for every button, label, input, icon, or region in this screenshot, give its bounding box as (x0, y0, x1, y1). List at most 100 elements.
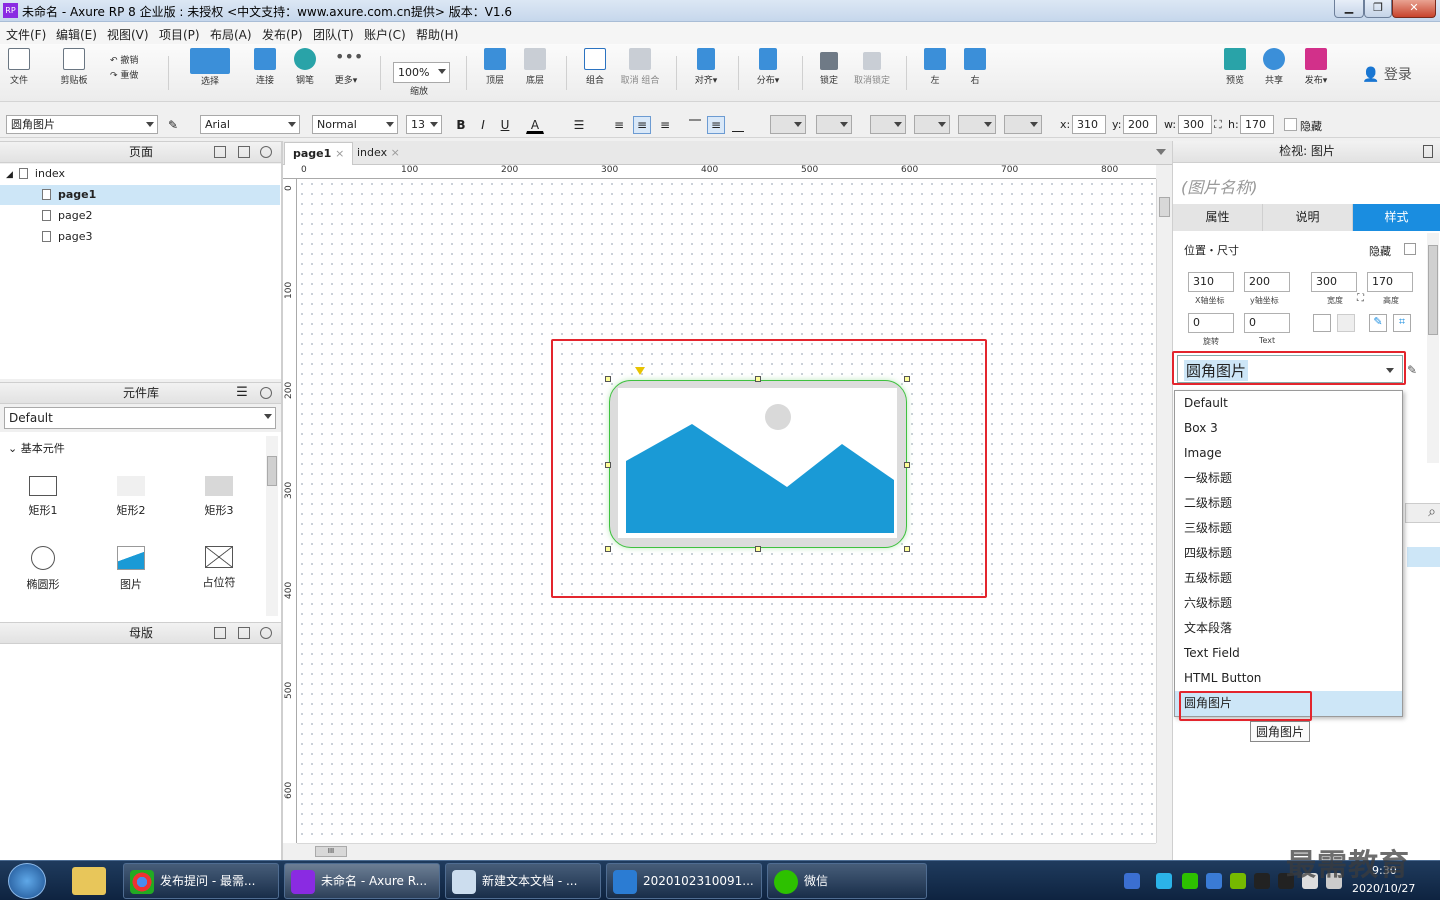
tab-notes[interactable]: 说明 (1263, 204, 1353, 231)
taskbar-item-wechat[interactable]: 微信 (767, 863, 927, 899)
canvas-vertical-scrollbar[interactable] (1156, 179, 1172, 843)
fit-to-content-icon[interactable] (1313, 314, 1331, 332)
right-button[interactable]: 右 (962, 48, 988, 86)
menu-account[interactable]: 账户(C) (364, 26, 406, 43)
style-option-default[interactable]: Default (1175, 391, 1402, 416)
page-item-page1[interactable]: page1 (0, 185, 280, 205)
taskbar-item-axure[interactable]: 未命名 - Axure R... (284, 863, 440, 899)
italic-button[interactable]: I (474, 116, 492, 134)
style-option-text-field[interactable]: Text Field (1175, 641, 1402, 666)
inspector-scrollbar[interactable] (1427, 233, 1439, 463)
undo-button[interactable]: ↶ 撤销 (110, 54, 150, 69)
widget-name-input[interactable]: (图片名称) (1181, 174, 1258, 198)
tab-list-icon[interactable] (1156, 149, 1166, 155)
x-input[interactable]: 310 (1072, 115, 1106, 134)
y-input[interactable]: 200 (1244, 272, 1290, 292)
nvidia-icon[interactable] (1230, 873, 1246, 889)
add-page-icon[interactable] (214, 146, 226, 158)
close-tab-icon[interactable]: × (391, 146, 400, 159)
start-button[interactable] (8, 863, 46, 899)
menu-icon[interactable]: ☰ (236, 383, 248, 400)
page-item-index[interactable]: ◢ index (6, 164, 65, 184)
crop-icon[interactable]: ⌗ (1393, 314, 1411, 332)
file-button[interactable]: 文件 (6, 48, 32, 86)
edit-pen-icon[interactable]: ✎ (1369, 314, 1387, 332)
fill-color-select[interactable] (770, 115, 806, 134)
style-edit-icon[interactable]: ✎ (164, 116, 182, 134)
input-method-icon[interactable] (1124, 873, 1140, 889)
style-option-h6[interactable]: 六级标题 (1175, 591, 1402, 616)
library-select[interactable]: Default (4, 407, 276, 429)
page-item-page2[interactable]: page2 (42, 206, 92, 226)
resize-handle[interactable] (904, 462, 910, 468)
page-item-page3[interactable]: page3 (42, 227, 92, 247)
line-width-select[interactable] (914, 115, 950, 134)
taskbar-item-notepad[interactable]: 新建文本文档 - ... (445, 863, 601, 899)
minimize-button[interactable]: ▁ (1334, 0, 1364, 18)
line-style-select[interactable] (958, 115, 996, 134)
style-option-html-button[interactable]: HTML Button (1175, 666, 1402, 691)
width-input[interactable]: 300 (1311, 272, 1357, 292)
corner-radius-handle-icon[interactable] (635, 367, 645, 375)
taskbar-item-word[interactable]: 2020102310091... (606, 863, 762, 899)
library-scrollbar[interactable] (266, 436, 278, 616)
widget-image[interactable]: 图片 (101, 546, 161, 592)
menu-arrange[interactable]: 布局(A) (210, 26, 252, 43)
tab-properties[interactable]: 属性 (1173, 204, 1263, 231)
lock-ratio-icon[interactable]: ⛶ (1214, 118, 1222, 132)
menu-help[interactable]: 帮助(H) (416, 26, 458, 43)
bullet-list-icon[interactable]: ☰ (570, 116, 588, 134)
add-folder-icon[interactable] (238, 627, 250, 639)
valign-bottom-icon[interactable]: ⎽ (729, 116, 747, 134)
search-icon[interactable] (260, 387, 272, 399)
underline-button[interactable]: U (496, 116, 514, 134)
ungroup-button[interactable]: 取消 组合 (618, 48, 662, 86)
x-input[interactable]: 310 (1188, 272, 1234, 292)
add-master-icon[interactable] (214, 627, 226, 639)
resize-handle[interactable] (755, 546, 761, 552)
style-select[interactable]: 圆角图片 (6, 115, 158, 134)
height-input[interactable]: 170 (1367, 272, 1413, 292)
menu-team[interactable]: 团队(T) (313, 26, 354, 43)
style-option-paragraph[interactable]: 文本段落 (1175, 616, 1402, 641)
widget-rect2[interactable]: 矩形2 (101, 476, 161, 518)
tab-style[interactable]: 样式 (1353, 204, 1440, 231)
explorer-icon[interactable] (72, 867, 106, 895)
maximize-button[interactable]: ❐ (1364, 0, 1392, 18)
unlock-button[interactable]: 取消锁定 (852, 48, 892, 86)
lock-ratio-icon[interactable]: ⛶ (1357, 293, 1364, 304)
resize-handle[interactable] (755, 376, 761, 382)
canvas-horizontal-scrollbar[interactable]: III (297, 843, 1156, 859)
wechat-tray-icon[interactable] (1182, 873, 1198, 889)
line-color-select[interactable] (870, 115, 906, 134)
select-button[interactable]: 选择 (180, 48, 240, 87)
close-tab-icon[interactable]: × (335, 147, 344, 160)
menu-file[interactable]: 文件(F) (6, 26, 46, 43)
collapse-triangle-icon[interactable]: ◢ (6, 170, 13, 180)
menu-view[interactable]: 视图(V) (107, 26, 149, 43)
font-color-button[interactable]: A (526, 116, 544, 134)
valign-top-icon[interactable]: ⎺ (686, 116, 704, 134)
widget-placeholder[interactable]: 占位符 (189, 546, 249, 590)
rotate-input[interactable]: 0 (1188, 313, 1234, 333)
left-button[interactable]: 左 (922, 48, 948, 86)
widget-ellipse[interactable]: 椭圆形 (13, 546, 73, 592)
style-option-h1[interactable]: 一级标题 (1175, 466, 1402, 491)
search-icon[interactable] (260, 627, 272, 639)
login-button[interactable]: 👤 登录 (1362, 64, 1412, 84)
style-option-box3[interactable]: Box 3 (1175, 416, 1402, 441)
font-weight-select[interactable]: Normal (312, 115, 398, 134)
group-button[interactable]: 组合 (582, 48, 608, 86)
style-option-h4[interactable]: 四级标题 (1175, 541, 1402, 566)
font-size-select[interactable]: 13 (406, 115, 442, 134)
align-right-icon[interactable]: ≡ (656, 116, 674, 134)
security-icon[interactable] (1206, 873, 1222, 889)
lock-button[interactable]: 锁定 (816, 48, 842, 86)
h-input[interactable]: 170 (1240, 115, 1274, 134)
hidden-checkbox[interactable] (1404, 243, 1416, 255)
resize-handle[interactable] (904, 376, 910, 382)
font-family-select[interactable]: Arial (200, 115, 300, 134)
send-to-bottom-button[interactable]: 底层 (522, 48, 548, 86)
widget-group-header[interactable]: ⌄ 基本元件 (8, 440, 65, 456)
design-canvas[interactable] (297, 179, 1156, 843)
